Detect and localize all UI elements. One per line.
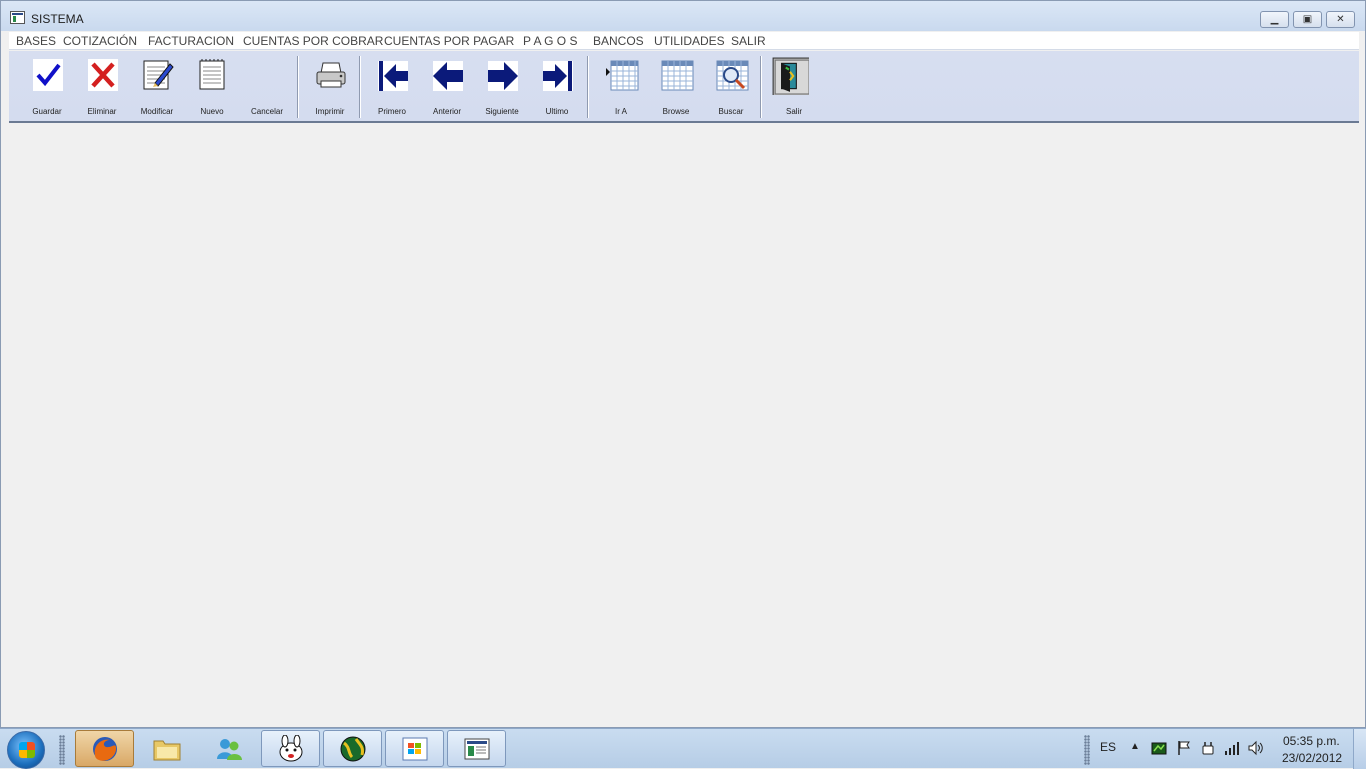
imprimir-label: Imprimir <box>315 107 345 116</box>
browse-label: Browse <box>662 107 690 116</box>
nuevo-label: Nuevo <box>200 107 224 116</box>
menu-cotizacion[interactable]: COTIZACIÓN <box>63 34 137 48</box>
last-record-icon <box>543 61 573 91</box>
modificar-button[interactable]: Modificar <box>130 53 184 119</box>
next-arrow-icon <box>488 61 518 91</box>
menu-salir[interactable]: SALIR <box>731 34 766 48</box>
browse-grid-icon <box>661 60 694 91</box>
browse-button[interactable]: Browse <box>649 53 703 119</box>
show-hidden-icons-icon[interactable]: ▲ <box>1130 741 1140 752</box>
primero-label: Primero <box>377 107 406 116</box>
restore-button[interactable]: ▣ <box>1293 11 1322 28</box>
taskbar-grip[interactable] <box>59 735 65 765</box>
menu-bases[interactable]: BASES <box>16 34 56 48</box>
nuevo-button[interactable]: Nuevo <box>185 53 239 119</box>
taskbar-firefox[interactable] <box>75 730 134 767</box>
cancelar-label: Cancelar <box>250 107 283 116</box>
taskbar: ES ▲ 05:35 p.m. 23/02/2012 <box>0 728 1366 769</box>
close-button[interactable]: ✕ <box>1326 11 1355 28</box>
globe-app-icon <box>340 736 366 762</box>
toolbar: Guardar Eliminar Modificar Nuevo Cancela… <box>9 51 1359 123</box>
volume-icon[interactable] <box>1248 740 1264 756</box>
rabbit-app-icon <box>279 735 303 762</box>
power-plug-icon[interactable] <box>1200 740 1216 756</box>
taskbar-sistema-app[interactable] <box>447 730 506 767</box>
first-record-icon <box>378 61 408 91</box>
ir-a-label: Ir A <box>614 107 627 116</box>
menu-facturacion[interactable]: FACTURACION <box>148 34 234 48</box>
printer-icon <box>316 62 346 88</box>
messenger-icon <box>217 739 242 760</box>
guardar-button[interactable]: Guardar <box>20 53 74 119</box>
primero-button[interactable]: Primero <box>365 53 419 119</box>
minimize-icon: ▁ <box>1270 14 1279 25</box>
search-grid-icon <box>716 60 749 91</box>
previous-arrow-icon <box>433 61 463 91</box>
tray-grip[interactable] <box>1084 735 1090 765</box>
anterior-label: Anterior <box>432 107 461 116</box>
sistema-app-icon <box>464 738 490 760</box>
menu-cuentas-por-cobrar[interactable]: CUENTAS POR COBRAR <box>243 34 383 48</box>
network-app-icon[interactable] <box>1151 740 1167 756</box>
folder-icon <box>153 740 181 761</box>
modificar-label: Modificar <box>140 107 174 116</box>
menu-bar: BASES COTIZACIÓN FACTURACION CUENTAS POR… <box>9 32 1359 50</box>
menu-pagos[interactable]: P A G O S <box>523 34 577 48</box>
edit-notepad-icon <box>143 60 174 90</box>
imprimir-button[interactable]: Imprimir <box>303 53 357 119</box>
language-indicator[interactable]: ES <box>1100 740 1116 754</box>
anterior-button[interactable]: Anterior <box>420 53 474 119</box>
taskbar-folder[interactable] <box>137 730 196 767</box>
salir-label: Salir <box>785 107 802 116</box>
ultimo-label: Ultimo <box>545 107 569 116</box>
checkmark-icon <box>33 59 63 91</box>
ir-a-button[interactable]: Ir A <box>594 53 648 119</box>
siguiente-button[interactable]: Siguiente <box>475 53 529 119</box>
action-center-flag-icon[interactable] <box>1176 740 1192 756</box>
new-notepad-icon <box>199 59 225 90</box>
siguiente-label: Siguiente <box>485 107 519 116</box>
start-button[interactable] <box>7 731 45 769</box>
toolbar-separator <box>587 56 589 118</box>
toolbar-separator <box>760 56 762 118</box>
restore-icon: ▣ <box>1302 14 1313 25</box>
clock-date[interactable]: 23/02/2012 <box>1282 751 1342 765</box>
cancelar-button[interactable]: Cancelar <box>240 53 294 119</box>
taskbar-messenger[interactable] <box>199 730 258 767</box>
salir-button[interactable]: Salir <box>767 53 821 119</box>
app-window: SISTEMA ▁ ▣ ✕ BASES COTIZACIÓN FACTURACI… <box>0 0 1366 728</box>
exit-door-icon <box>772 57 809 95</box>
firefox-icon <box>93 737 117 761</box>
ultimo-button[interactable]: Ultimo <box>530 53 584 119</box>
taskbar-globe-app[interactable] <box>323 730 382 767</box>
windows-app-icon <box>402 737 428 761</box>
eliminar-button[interactable]: Eliminar <box>75 53 129 119</box>
wifi-signal-icon[interactable] <box>1224 740 1240 756</box>
menu-cuentas-por-pagar[interactable]: CUENTAS POR PAGAR <box>384 34 514 48</box>
buscar-label: Buscar <box>718 107 744 116</box>
goto-grid-icon <box>606 60 639 91</box>
guardar-label: Guardar <box>32 107 62 116</box>
menu-bancos[interactable]: BANCOS <box>593 34 644 48</box>
taskbar-rabbit-app[interactable] <box>261 730 320 767</box>
clock-time[interactable]: 05:35 p.m. <box>1283 734 1340 748</box>
delete-x-icon <box>88 59 118 91</box>
minimize-button[interactable]: ▁ <box>1260 11 1289 28</box>
taskbar-windows-app[interactable] <box>385 730 444 767</box>
workspace-area <box>9 125 1359 725</box>
eliminar-label: Eliminar <box>87 107 117 116</box>
close-icon: ✕ <box>1336 14 1345 25</box>
buscar-button[interactable]: Buscar <box>704 53 758 119</box>
show-desktop-button[interactable] <box>1353 729 1366 769</box>
menu-utilidades[interactable]: UTILIDADES <box>654 34 725 48</box>
app-icon[interactable] <box>10 11 25 24</box>
window-title: SISTEMA <box>31 12 84 26</box>
title-bar[interactable]: SISTEMA ▁ ▣ ✕ <box>1 1 1365 31</box>
